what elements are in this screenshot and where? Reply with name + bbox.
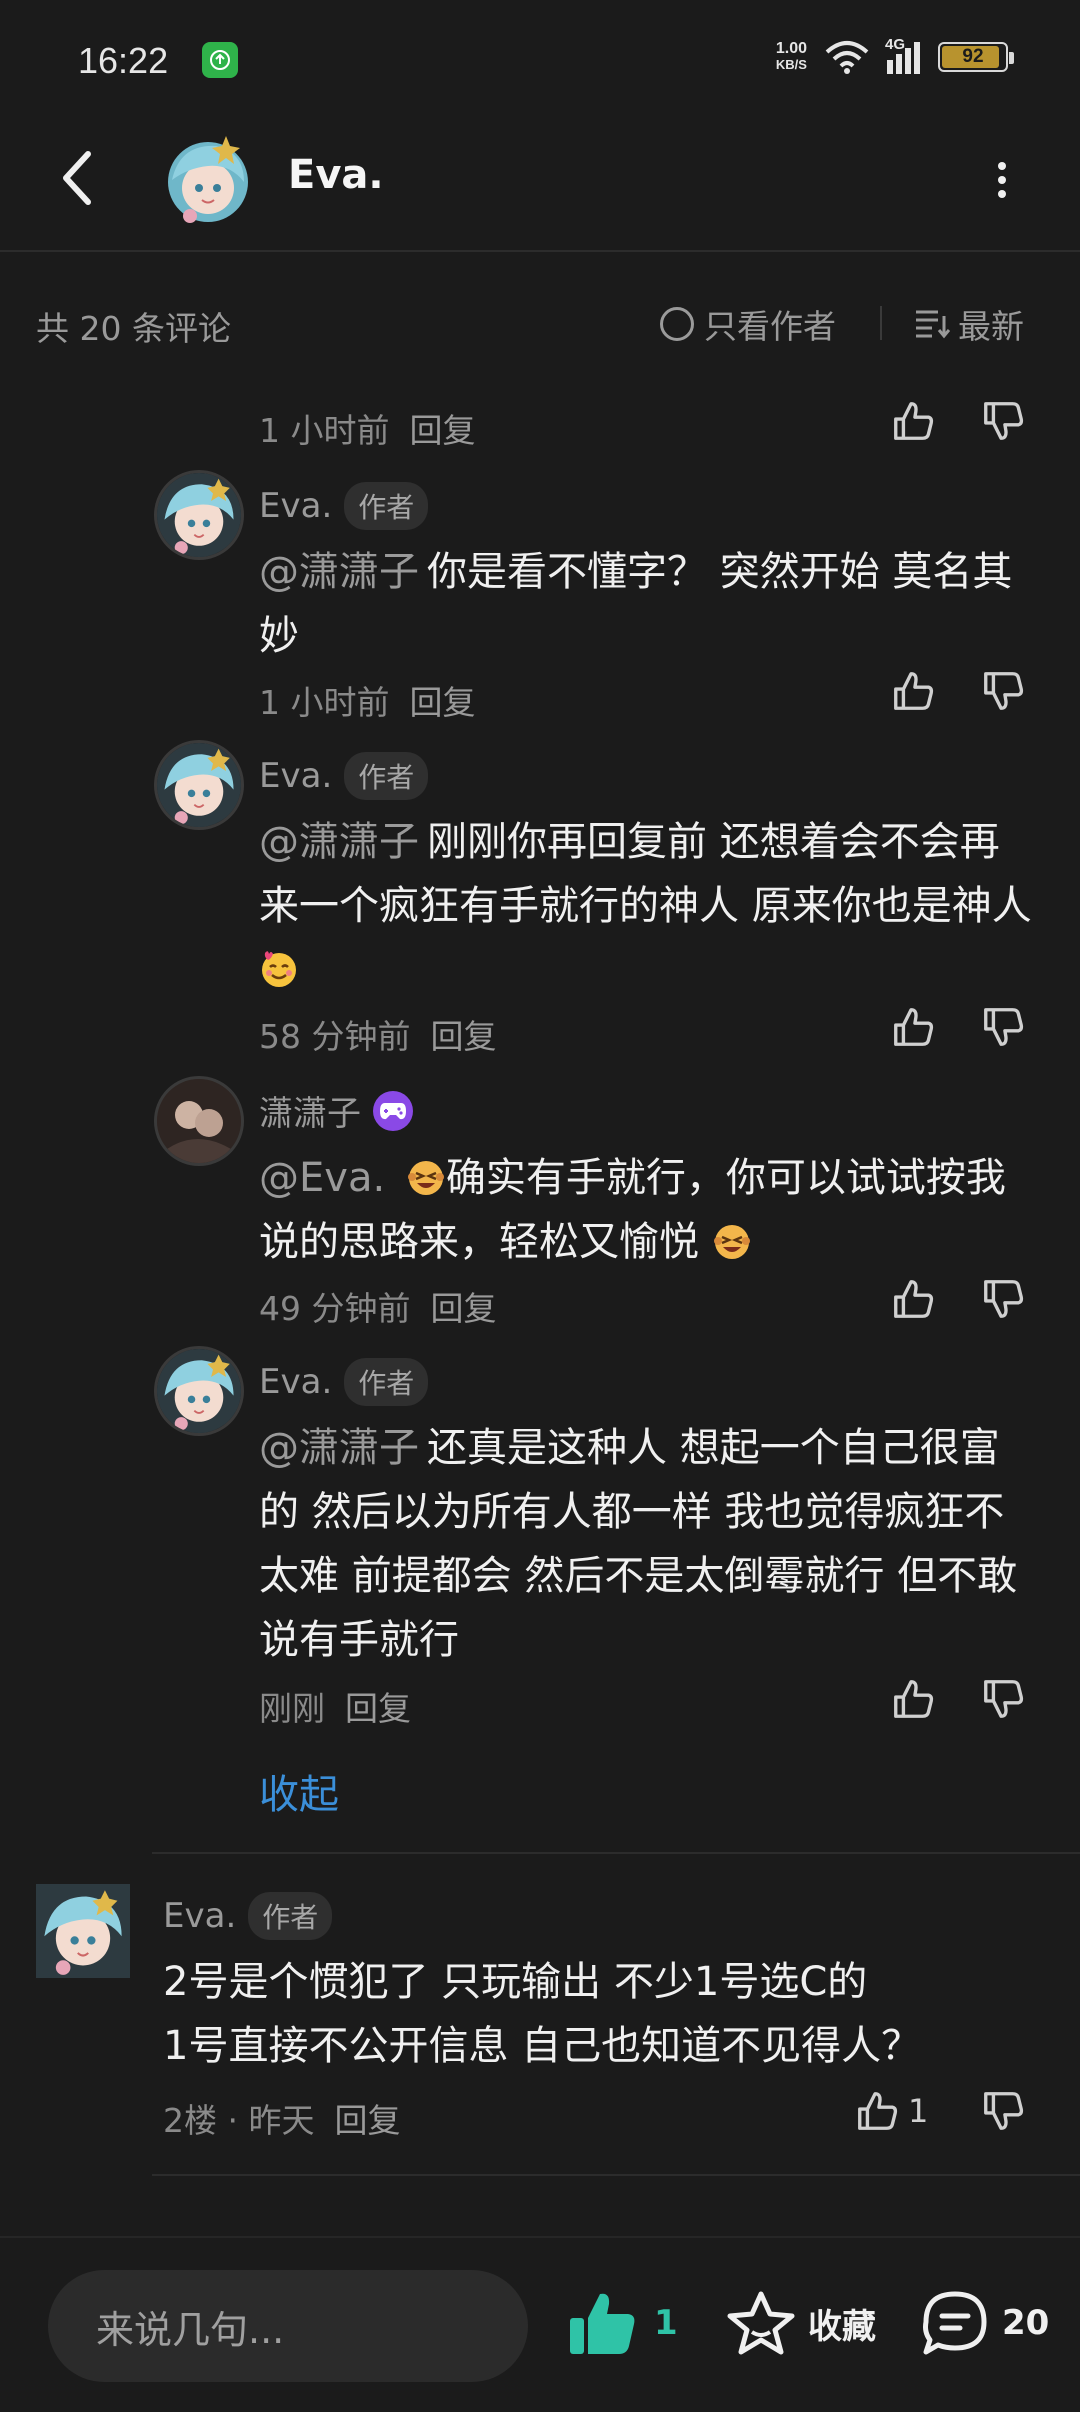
comment-input[interactable]: 来说几句... [48,2270,528,2382]
header-divider [0,250,1080,252]
reply-meta: 刚刚 回复 [259,1682,411,1730]
dislike-icon[interactable] [980,1004,1026,1050]
back-arrow-icon[interactable] [58,148,98,208]
reply-meta: 1 小时前 回复 [259,676,476,724]
dislike-icon[interactable] [980,2088,1026,2134]
reply-button[interactable]: 回复 [410,404,476,452]
laughing-emoji-icon [713,1225,750,1259]
reply-meta: 58 分钟前 回复 [259,1010,496,1058]
reply-button[interactable]: 回复 [430,1010,496,1058]
author-tag: 作者 [344,482,429,530]
avatar[interactable] [36,1884,130,1978]
reply-button[interactable]: 回复 [410,676,476,724]
cell-signal-icon: 4G [885,36,920,74]
blushing-face-emoji-icon [262,951,296,987]
reply-text: @潇潇子 还真是这种人 想起一个自己很富的 然后以为所有人都一样 我也觉得疯狂不太… [259,1425,1018,1663]
comment-count: 共 20 条评论 [36,309,231,348]
like-button[interactable]: 1 [854,2088,928,2134]
gamepad-badge-icon [373,1090,413,1131]
mention[interactable]: @潇潇子 [259,819,419,865]
status-time: 16:22 [78,40,169,81]
post-like-button[interactable]: 1 [568,2290,678,2356]
comment-divider [152,2174,1080,2176]
username[interactable]: Eva. [259,486,332,526]
wifi-icon [825,41,869,74]
author-tag: 作者 [248,1892,333,1940]
header-avatar[interactable] [160,130,256,226]
like-icon[interactable] [890,1004,936,1050]
username[interactable]: 潇潇子 [259,1086,361,1135]
comment-meta: 2楼 · 昨天 回复 [163,2094,400,2142]
author-tag: 作者 [344,752,429,800]
reply-text: @潇潇子 刚刚你再回复前 还想着会不会再来一个疯狂有手就行的神人 原来你也是神人 [259,810,1039,1002]
avatar[interactable] [154,740,244,830]
like-icon[interactable] [890,1676,936,1722]
author-only-toggle[interactable]: 只看作者 [660,300,836,348]
mention[interactable]: @潇潇子 [259,1425,419,1471]
reply-author-row: Eva. 作者 [259,752,429,800]
like-icon[interactable] [890,1276,936,1322]
reply-meta: 1 小时前 回复 [259,404,476,452]
username[interactable]: Eva. [259,1362,332,1402]
username[interactable]: Eva. [259,756,332,796]
author-tag: 作者 [344,1358,429,1406]
filter-separator [880,306,882,340]
radio-circle-icon [660,307,694,341]
mention[interactable]: @Eva. [259,1155,385,1201]
status-icons: 1.00 KB/S 4G 92 [775,36,1014,74]
net-speed: 1.00 KB/S [775,40,807,73]
comment-text: 2号是个惯犯了 只玩输出 不少1号选C的 1号直接不公开信息 自己也知道不见得人… [163,1959,922,2069]
avatar[interactable] [154,1076,244,1166]
reply-author-row: Eva. 作者 [259,482,429,530]
dislike-icon[interactable] [980,398,1026,444]
reply-author-row: 潇潇子 [259,1086,413,1135]
comment-bubble-icon [923,2291,987,2355]
reply-button[interactable]: 回复 [345,1682,411,1730]
dislike-icon[interactable] [980,1276,1026,1322]
favorite-button[interactable]: 收藏 [726,2290,876,2356]
more-options-icon[interactable] [992,160,1012,200]
reply-meta: 49 分钟前 回复 [259,1282,496,1330]
collapse-replies-button[interactable]: 收起 [259,1762,339,1820]
page-title: Eva. [288,152,384,198]
battery-icon: 92 [938,42,1014,72]
comments-button[interactable]: 20 [920,2290,1049,2356]
reply-text: @潇潇子 你是看不懂字？ 突然开始 莫名其妙 [259,549,1013,659]
dislike-icon[interactable] [980,1676,1026,1722]
laughing-emoji-icon [407,1161,444,1195]
reply-text: @Eva. 确实有手就行，你可以试试按我说的思路来，轻松又愉悦 [259,1155,1006,1265]
mention[interactable]: @潇潇子 [259,549,419,595]
thumb-up-filled-icon [570,2293,635,2354]
like-icon[interactable] [890,398,936,444]
reply-button[interactable]: 回复 [334,2094,400,2142]
avatar[interactable] [154,1346,244,1436]
notification-app-icon [202,42,238,78]
star-icon [727,2291,795,2355]
like-icon[interactable] [890,668,936,714]
comment-divider [152,1852,1080,1854]
avatar[interactable] [154,470,244,560]
reply-author-row: Eva. 作者 [259,1358,429,1406]
username[interactable]: Eva. [163,1896,236,1936]
reply-button[interactable]: 回复 [430,1282,496,1330]
comment-author-row: Eva. 作者 [163,1892,333,1940]
sort-latest-button[interactable]: 最新 [914,300,1024,348]
dislike-icon[interactable] [980,668,1026,714]
sort-icon [916,310,950,339]
like-icon [854,2088,900,2134]
